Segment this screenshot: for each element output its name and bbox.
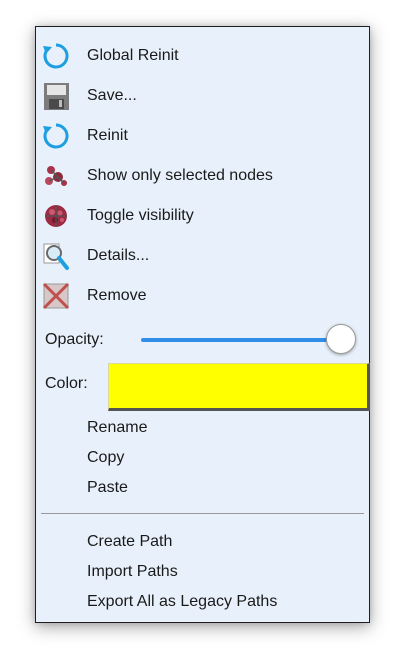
menu-item-label: Create Path <box>87 533 173 550</box>
menu-item-label: Save... <box>87 87 137 104</box>
menu-item-global-reinit[interactable]: Global Reinit <box>36 41 369 71</box>
menu-item-paste[interactable]: Paste <box>36 473 369 503</box>
menu-item-label: Reinit <box>87 127 128 144</box>
refresh-icon <box>40 41 72 71</box>
opacity-label: Opacity: <box>45 331 104 348</box>
menu-item-copy[interactable]: Copy <box>36 443 369 473</box>
menu-item-export-all-legacy-paths[interactable]: Export All as Legacy Paths <box>36 587 369 617</box>
menu-item-label: Copy <box>87 449 125 466</box>
color-row: Color: <box>36 363 370 411</box>
magnifier-icon <box>40 241 72 271</box>
menu-item-label: Remove <box>87 287 147 304</box>
opacity-row: Opacity: <box>36 324 369 355</box>
refresh-icon <box>40 121 72 151</box>
menu-item-show-only-selected-nodes[interactable]: Show only selected nodes <box>36 161 369 191</box>
menu-item-create-path[interactable]: Create Path <box>36 527 369 557</box>
menu-item-label: Rename <box>87 419 148 436</box>
opacity-slider-track[interactable] <box>141 338 338 342</box>
menu-separator <box>41 513 364 514</box>
show-selected-nodes-icon <box>40 161 72 191</box>
toggle-visibility-icon <box>40 201 72 231</box>
menu-item-toggle-visibility[interactable]: Toggle visibility <box>36 201 369 231</box>
context-menu: Global Reinit Save... Reinit Show only s… <box>35 26 370 623</box>
menu-item-label: Export All as Legacy Paths <box>87 593 278 610</box>
menu-item-remove[interactable]: Remove <box>36 281 369 311</box>
menu-item-label: Import Paths <box>87 563 178 580</box>
color-label: Color: <box>45 375 88 392</box>
menu-item-label: Paste <box>87 479 128 496</box>
menu-item-label: Toggle visibility <box>87 207 194 224</box>
menu-item-details[interactable]: Details... <box>36 241 369 271</box>
color-swatch-button[interactable] <box>108 363 370 411</box>
menu-item-reinit[interactable]: Reinit <box>36 121 369 151</box>
opacity-slider-thumb[interactable] <box>326 324 356 354</box>
menu-item-label: Global Reinit <box>87 47 179 64</box>
menu-item-save[interactable]: Save... <box>36 81 369 111</box>
save-disk-icon <box>40 81 72 111</box>
remove-cross-icon <box>40 281 72 311</box>
menu-item-import-paths[interactable]: Import Paths <box>36 557 369 587</box>
menu-item-label: Show only selected nodes <box>87 167 273 184</box>
menu-item-label: Details... <box>87 247 150 264</box>
menu-item-rename[interactable]: Rename <box>36 413 369 443</box>
